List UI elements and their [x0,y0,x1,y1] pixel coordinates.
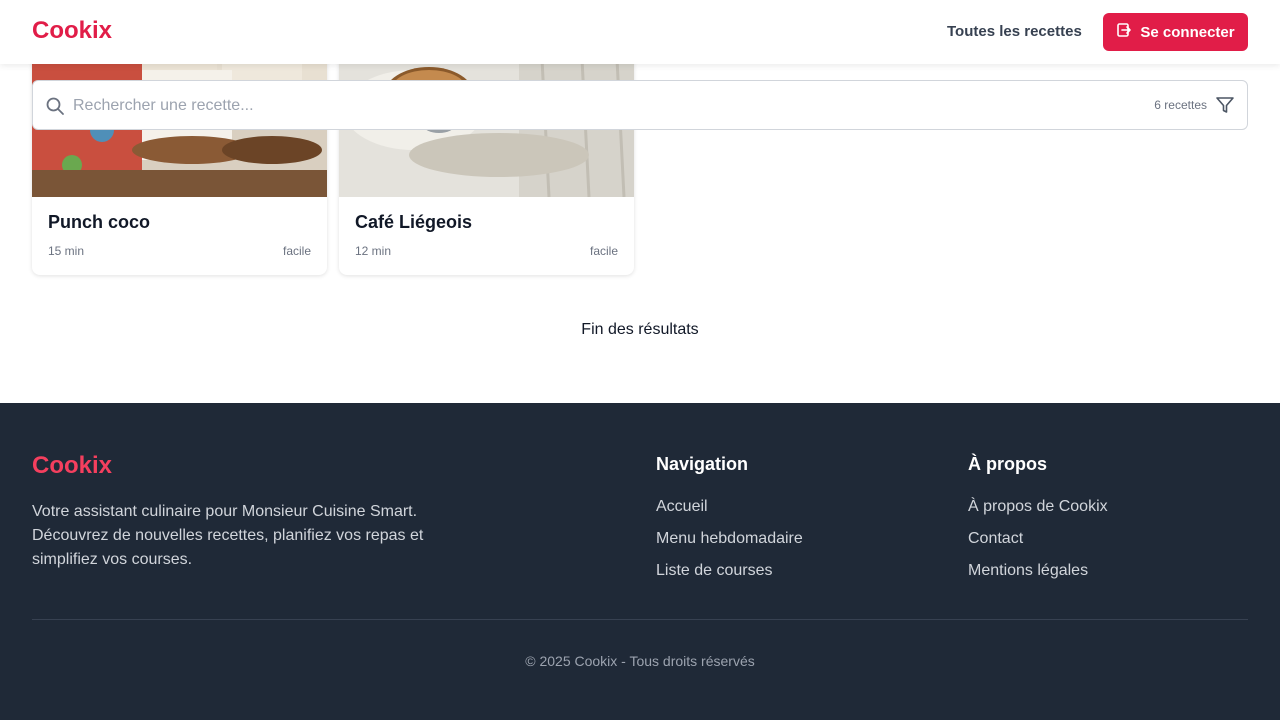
recipe-time: 15 min [48,244,85,258]
footer-link-accueil[interactable]: Accueil [656,498,708,516]
site-footer: Cookix Votre assistant culinaire pour Mo… [0,403,1280,720]
login-button[interactable]: Se connecter [1103,13,1248,51]
login-icon [1116,22,1132,42]
site-header: Cookix Toutes les recettes Se connecter [0,0,1280,64]
filter-icon[interactable] [1215,95,1235,120]
recipe-count: 6 recettes [1154,98,1207,112]
search-bar: 6 recettes [32,80,1248,130]
footer-nav-title: Navigation [656,454,749,474]
footer-link-contact[interactable]: Contact [968,530,1023,548]
recipe-title: Punch coco [48,212,151,232]
end-of-results: Fin des résultats [581,321,699,338]
recipe-difficulty: facile [589,244,618,258]
recipe-difficulty: facile [282,244,311,258]
page: Punch coco 15 min facile Café Liégeois 1… [0,0,1280,720]
logo[interactable]: Cookix [32,17,112,45]
footer-about-title: À propos [968,454,1047,474]
login-label: Se connecter [1140,23,1235,41]
footer-link-about[interactable]: À propos de Cookix [968,498,1108,516]
footer-link-legal[interactable]: Mentions légales [968,562,1088,580]
footer-logo: Cookix [32,452,113,479]
footer-link-menu[interactable]: Menu hebdomadaire [656,530,803,548]
recipe-time: 12 min [355,244,392,258]
footer-divider [32,619,1248,620]
search-input[interactable] [73,91,1123,121]
footer-description: Votre assistant culinaire pour Monsieur … [32,503,424,568]
copyright: © 2025 Cookix - Tous droits réservés [525,653,755,669]
footer-link-courses[interactable]: Liste de courses [656,562,773,580]
search-icon [45,96,65,121]
recipe-title: Café Liégeois [355,212,473,232]
nav-link-all-recipes[interactable]: Toutes les recettes [947,23,1082,40]
